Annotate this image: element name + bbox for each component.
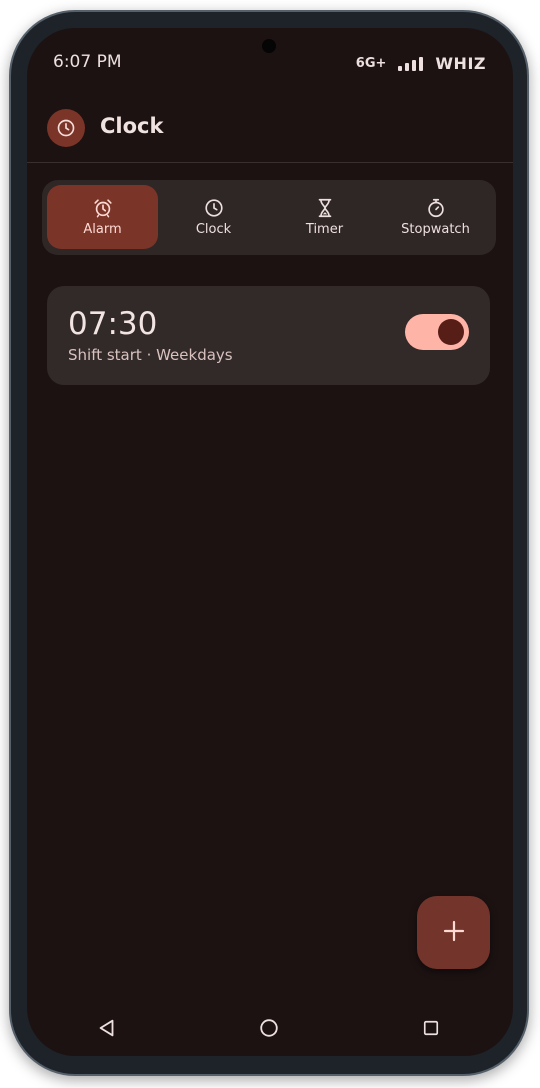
tab-alarm[interactable]: Alarm xyxy=(47,185,158,249)
plus-icon xyxy=(442,919,466,947)
toggle-knob xyxy=(438,319,464,345)
status-time: 6:07 PM xyxy=(53,52,122,72)
tab-alarm-label: Alarm xyxy=(83,222,122,237)
clock-icon xyxy=(47,109,85,147)
alarm-time: 07:30 xyxy=(68,306,158,342)
clock-icon xyxy=(203,197,225,219)
status-indicators: 6G+ WHIZ xyxy=(356,54,486,73)
tab-clock[interactable]: Clock xyxy=(158,185,269,249)
carrier-name: WHIZ xyxy=(435,54,486,73)
app-bar: Clock xyxy=(27,98,513,163)
tab-clock-label: Clock xyxy=(195,222,232,237)
system-nav-bar xyxy=(27,998,513,1056)
signal-icon xyxy=(398,56,424,71)
tab-stopwatch[interactable]: Stopwatch xyxy=(380,185,491,249)
tab-stopwatch-label: Stopwatch xyxy=(401,222,470,237)
tab-bar: Alarm Clock Timer Stopwatch xyxy=(42,180,496,255)
tab-timer[interactable]: Timer xyxy=(269,185,380,249)
add-alarm-button[interactable] xyxy=(417,896,490,969)
alarm-card[interactable]: 07:30 Shift start · Weekdays xyxy=(47,286,490,385)
home-circle-icon[interactable] xyxy=(255,1014,283,1042)
back-triangle-icon[interactable] xyxy=(93,1014,121,1042)
alarm-icon xyxy=(92,197,114,219)
alarm-toggle[interactable] xyxy=(405,314,469,350)
network-type: 6G+ xyxy=(355,56,387,71)
status-bar: 6:07 PM 6G+ WHIZ xyxy=(27,28,513,98)
alarm-description: Shift start · Weekdays xyxy=(68,346,233,364)
stopwatch-icon xyxy=(425,197,447,219)
tab-timer-label: Timer xyxy=(305,222,344,237)
page-title: Clock xyxy=(100,114,164,138)
screen: 6:07 PM 6G+ WHIZ Clock Alarm Clock Timer… xyxy=(27,28,513,1056)
recents-square-icon[interactable] xyxy=(417,1014,445,1042)
hourglass-icon xyxy=(314,197,336,219)
